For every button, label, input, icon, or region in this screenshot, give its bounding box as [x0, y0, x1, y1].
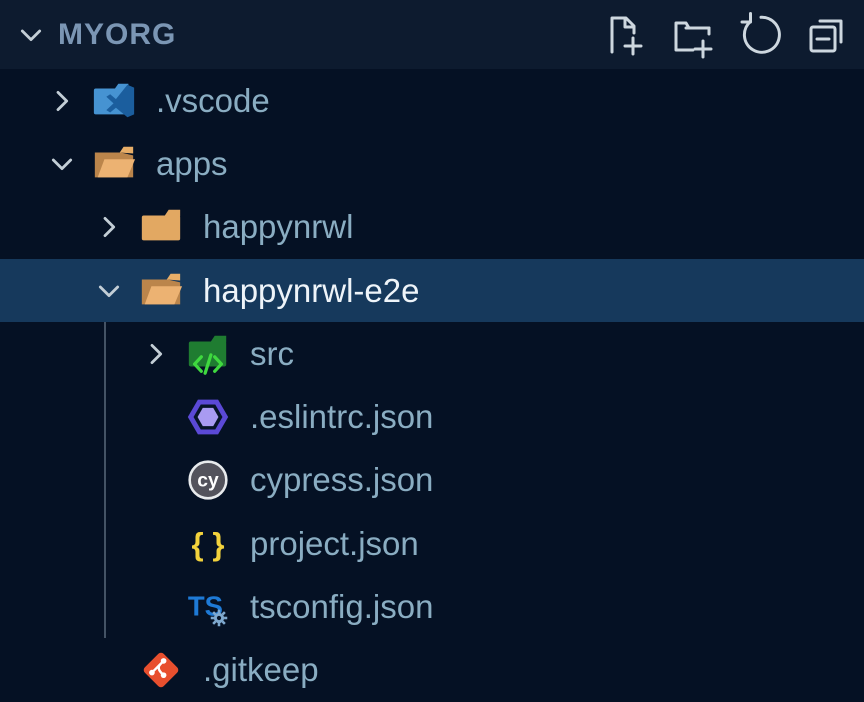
cypress-icon: cy: [182, 454, 234, 506]
tree-item-.gitkeep[interactable]: .gitkeep: [0, 639, 864, 702]
chevron-down-icon[interactable]: [83, 265, 135, 317]
twisty-spacer: [83, 644, 135, 696]
tree-item-project.json[interactable]: { } project.json: [0, 512, 864, 575]
explorer-section-header[interactable]: MYORG: [0, 0, 864, 69]
tree-item-label: apps: [156, 145, 228, 183]
new-file-icon: [599, 11, 647, 59]
folder-open-icon: [88, 138, 140, 190]
refresh-icon: [735, 11, 783, 59]
json-braces-icon: { }: [182, 518, 234, 570]
tree-item-happynrwl-e2e[interactable]: happynrwl-e2e: [0, 259, 864, 322]
file-tree: .vscode apps happynrwl happynrwl-e2e src .esl…: [0, 69, 864, 702]
git-icon: [135, 644, 187, 696]
explorer-toolbar: [598, 10, 852, 60]
project-title: MYORG: [58, 18, 176, 52]
tree-item-label: tsconfig.json: [250, 588, 433, 626]
tree-item-.eslintrc.json[interactable]: .eslintrc.json: [0, 385, 864, 448]
tree-item-src[interactable]: src: [0, 322, 864, 385]
twisty-spacer: [130, 391, 182, 443]
collapse-all-icon: [803, 11, 851, 59]
tree-item-label: .gitkeep: [203, 651, 319, 689]
folder-icon: [135, 201, 187, 253]
tree-item-label: .eslintrc.json: [250, 398, 433, 436]
collapse-all-button[interactable]: [802, 10, 852, 60]
new-file-button[interactable]: [598, 10, 648, 60]
folder-open-icon: [135, 265, 187, 317]
new-folder-icon: [667, 11, 715, 59]
tsconfig-icon: TS: [182, 581, 234, 633]
tree-item-cypress.json[interactable]: cy cypress.json: [0, 449, 864, 512]
tree-item-label: .vscode: [156, 82, 270, 120]
tree-item-label: project.json: [250, 525, 419, 563]
explorer-panel: MYORG .vscode apps happynrwl happynrwl-e2e s…: [0, 0, 864, 702]
vscode-folder-icon: [88, 75, 140, 127]
twisty-spacer: [130, 518, 182, 570]
svg-text:cy: cy: [197, 471, 219, 492]
chevron-down-icon[interactable]: [12, 16, 50, 54]
chevron-right-icon[interactable]: [83, 201, 135, 253]
tree-item-tsconfig.json[interactable]: TS tsconfig.json: [0, 575, 864, 638]
tree-item-label: cypress.json: [250, 461, 433, 499]
chevron-right-icon[interactable]: [130, 328, 182, 380]
tree-item-happynrwl[interactable]: happynrwl: [0, 196, 864, 259]
src-folder-icon: [182, 328, 234, 380]
chevron-down-icon[interactable]: [36, 138, 88, 190]
new-folder-button[interactable]: [666, 10, 716, 60]
chevron-right-icon[interactable]: [36, 75, 88, 127]
refresh-button[interactable]: [734, 10, 784, 60]
tree-item-label: src: [250, 335, 294, 373]
eslint-icon: [182, 391, 234, 443]
svg-text:{ }: { }: [192, 527, 225, 562]
tree-item-apps[interactable]: apps: [0, 132, 864, 195]
tree-item-.vscode[interactable]: .vscode: [0, 69, 864, 132]
twisty-spacer: [130, 454, 182, 506]
tree-item-label: happynrwl: [203, 208, 353, 246]
tree-item-label: happynrwl-e2e: [203, 272, 419, 310]
twisty-spacer: [130, 581, 182, 633]
